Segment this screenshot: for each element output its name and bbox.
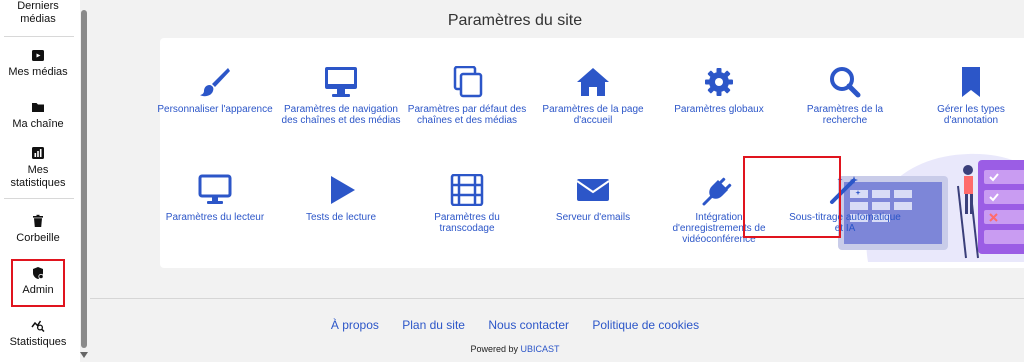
sidebar-item-my-statistics[interactable]: Mes statistiques: [0, 146, 76, 190]
sidebar-item-label: Mes statistiques: [10, 164, 66, 189]
film-icon: [450, 174, 484, 206]
tile-label: Paramètres globaux: [674, 104, 764, 115]
plug-icon: [702, 177, 732, 206]
envelope-icon: [576, 179, 610, 201]
tile-label: Paramètres de la recherche: [806, 104, 884, 126]
tile-label: Personnaliser l'apparence: [157, 104, 273, 115]
analytics-icon: [31, 320, 45, 332]
page-title: Paramètres du site: [447, 12, 583, 29]
tile-label: Serveur d'emails: [555, 212, 631, 223]
sidebar-scrollbar[interactable]: [81, 10, 87, 348]
sidebar: Derniers médias Mes médias Ma chaîne Mes…: [0, 0, 80, 362]
sidebar-item-recent-media[interactable]: Derniers médias: [0, 0, 76, 26]
display-icon: [198, 174, 232, 204]
tile-annotation-types[interactable]: Gérer les types d'annotation: [911, 66, 1024, 126]
powered-brand-link[interactable]: UBICAST: [521, 344, 560, 354]
footer-links: À propos Plan du site Nous contacter Pol…: [90, 318, 940, 332]
footer-link-contact[interactable]: Nous contacter: [488, 318, 569, 332]
tile-customize-appearance[interactable]: Personnaliser l'apparence: [155, 66, 275, 115]
paintbrush-icon: [200, 68, 230, 97]
sidebar-item-label: Corbeille: [16, 232, 60, 244]
sidebar-item-statistics[interactable]: Statistiques: [0, 318, 76, 349]
sidebar-item-my-media[interactable]: Mes médias: [0, 48, 76, 79]
scroll-down-icon[interactable]: [80, 352, 88, 358]
tile-default-settings[interactable]: Paramètres par défaut des chaînes et des…: [407, 66, 527, 126]
powered-by: Powered by UBICAST: [90, 344, 940, 354]
sidebar-item-trash[interactable]: Corbeille: [0, 214, 76, 245]
tile-transcoding-settings[interactable]: Paramètres du transcodage: [407, 174, 527, 234]
footer-link-sitemap[interactable]: Plan du site: [402, 318, 465, 332]
tile-search-settings[interactable]: Paramètres de la recherche: [785, 66, 905, 126]
footer-link-about[interactable]: À propos: [331, 318, 379, 332]
footer-link-cookies[interactable]: Politique de cookies: [592, 318, 699, 332]
sidebar-item-label: Derniers médias: [17, 0, 59, 25]
play-icon: [331, 176, 355, 204]
monitor-icon: [325, 67, 357, 97]
trash-icon: [33, 214, 43, 227]
main-content: Paramètres du site Personnaliser l'appar…: [90, 0, 1024, 362]
subtitling-highlight-box: [743, 156, 841, 238]
sidebar-item-my-channel[interactable]: Ma chaîne: [0, 100, 76, 131]
sidebar-divider: [4, 36, 74, 37]
sidebar-item-label: Mes médias: [8, 66, 68, 78]
tile-label: Paramètres de la page d'accueil: [542, 104, 644, 126]
bookmark-icon: [962, 67, 980, 97]
home-icon: [577, 68, 609, 96]
settings-panel: Personnaliser l'apparence Paramètres de …: [157, 38, 1024, 268]
sidebar-divider: [4, 198, 74, 199]
sidebar-item-label: Statistiques: [9, 336, 67, 348]
tile-label: Tests de lecture: [305, 212, 377, 223]
admin-highlight-box: [11, 259, 65, 307]
tile-global-settings[interactable]: Paramètres globaux: [659, 66, 779, 115]
powered-prefix: Powered by: [470, 344, 518, 354]
folder-icon: [32, 103, 44, 112]
footer-divider: [90, 298, 1024, 299]
tile-label: Gérer les types d'annotation: [937, 104, 1005, 126]
media-icon: [32, 50, 44, 61]
tile-homepage-settings[interactable]: Paramètres de la page d'accueil: [533, 66, 653, 126]
tile-label: Paramètres par défaut des chaînes et des…: [407, 104, 527, 126]
tile-email-server[interactable]: Serveur d'emails: [533, 174, 653, 223]
gear-icon: [705, 68, 733, 96]
tile-label: Paramètres du transcodage: [434, 212, 500, 234]
tile-label: Paramètres du lecteur: [165, 212, 265, 223]
tile-label: Paramètres de navigation des chaînes et …: [281, 104, 401, 126]
tile-player-settings[interactable]: Paramètres du lecteur: [155, 174, 275, 223]
search-icon: [830, 67, 861, 98]
copy-icon: [453, 66, 483, 98]
tile-navigation-settings[interactable]: Paramètres de navigation des chaînes et …: [281, 66, 401, 126]
tile-playback-tests[interactable]: Tests de lecture: [281, 174, 401, 223]
sidebar-item-label: Ma chaîne: [12, 118, 64, 130]
stats-icon: [32, 147, 44, 159]
